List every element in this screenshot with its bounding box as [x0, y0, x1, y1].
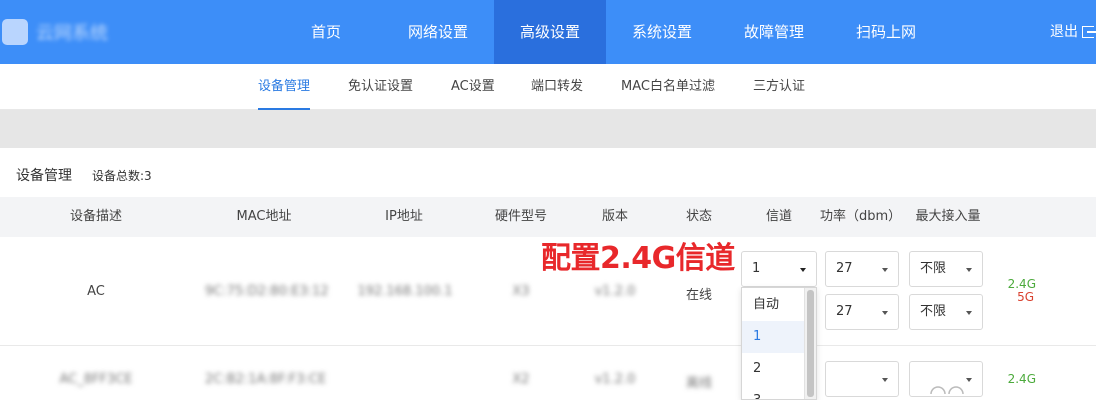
device-status: 在线: [685, 288, 712, 303]
main-nav: 首页 网络设置 高级设置 系统设置 故障管理 扫码上网: [270, 0, 942, 64]
channel-option-2[interactable]: 2: [742, 353, 804, 385]
col-power: 功率（dbm）: [820, 209, 902, 224]
device-mac: 2C:B2:1A:8F:F3:CE: [205, 372, 327, 387]
col-channel: 信道: [765, 209, 792, 224]
max-clients-5g-select[interactable]: 不限: [909, 294, 983, 330]
logout-button[interactable]: 退出: [1050, 0, 1096, 64]
max-clients-24g-value: 不限: [920, 261, 947, 276]
power-24g-select[interactable]: [825, 361, 899, 397]
tab-ac-settings[interactable]: AC设置: [451, 64, 495, 110]
col-status: 状态: [685, 209, 712, 224]
row-divider: [0, 345, 1096, 346]
scrollbar-thumb[interactable]: [807, 290, 814, 397]
col-ip: IP地址: [385, 209, 423, 224]
device-version: v1.2.0: [594, 284, 636, 299]
device-status: 离线: [685, 376, 712, 391]
power-5g-select[interactable]: 27: [825, 294, 899, 330]
tab-mac-whitelist[interactable]: MAC白名单过滤: [621, 64, 715, 110]
col-version: 版本: [601, 209, 628, 224]
channel-dropdown-menu: 自动 1 2 3: [741, 287, 817, 400]
device-desc: AC: [87, 284, 105, 299]
chevron-down-icon: [966, 268, 972, 272]
channel-option-3[interactable]: 3: [742, 385, 804, 399]
device-model: X2: [512, 372, 530, 387]
band-5g-label: 5G: [1017, 290, 1034, 304]
logout-icon: [1082, 26, 1096, 38]
chevron-down-icon: [882, 378, 888, 382]
tab-device-management[interactable]: 设备管理: [258, 64, 311, 110]
channel-24g-value: 1: [752, 261, 761, 276]
tab-port-forwarding[interactable]: 端口转发: [531, 64, 583, 110]
nav-home[interactable]: 首页: [270, 0, 382, 64]
nav-advanced-settings[interactable]: 高级设置: [494, 0, 606, 64]
chevron-down-icon: [882, 311, 888, 315]
channel-option-1[interactable]: 1: [742, 321, 804, 353]
chevron-down-icon: [882, 268, 888, 272]
loading-icon: [930, 386, 964, 395]
band-24g-label: 2.4G: [1007, 372, 1036, 386]
nav-network-settings[interactable]: 网络设置: [382, 0, 494, 64]
col-mac: MAC地址: [236, 209, 292, 224]
tab-auth-exempt-settings[interactable]: 免认证设置: [348, 64, 413, 110]
annotation-text: 配置2.4G信道: [541, 241, 735, 276]
max-clients-5g-value: 不限: [920, 304, 947, 319]
channel-option-auto[interactable]: 自动: [742, 289, 804, 321]
device-version: v1.2.0: [594, 372, 636, 387]
channel-24g-select[interactable]: 1: [741, 251, 817, 287]
chevron-down-icon: [800, 268, 806, 272]
logo-text: 云网系统: [36, 23, 108, 44]
sub-nav: 设备管理 免认证设置 AC设置 端口转发 MAC白名单过滤 三方认证: [0, 64, 1096, 110]
col-max-clients: 最大接入量: [915, 209, 981, 224]
nav-fault-management[interactable]: 故障管理: [718, 0, 830, 64]
device-desc: AC_8FF3CE: [59, 372, 133, 387]
device-model: X3: [512, 284, 530, 299]
power-24g-select[interactable]: 27: [825, 251, 899, 287]
max-clients-24g-select[interactable]: 不限: [909, 251, 983, 287]
device-ip: 192.168.100.1: [357, 284, 453, 299]
logo[interactable]: 云网系统: [0, 14, 150, 50]
table-header: 设备描述 MAC地址 IP地址 硬件型号 版本 状态 信道 功率（dbm） 最大…: [0, 197, 1096, 237]
tab-third-party-auth[interactable]: 三方认证: [753, 64, 805, 110]
top-navbar: 云网系统 首页 网络设置 高级设置 系统设置 故障管理 扫码上网 退出: [0, 0, 1096, 64]
nav-system-settings[interactable]: 系统设置: [606, 0, 718, 64]
logo-icon: [2, 19, 28, 45]
section-title: 设备管理: [16, 168, 72, 184]
dropdown-scrollbar[interactable]: [804, 288, 816, 399]
device-count: 设备总数:3: [92, 169, 152, 183]
col-device-desc: 设备描述: [69, 209, 122, 224]
col-hw-model: 硬件型号: [494, 209, 547, 224]
toolbar-strip: [0, 110, 1096, 148]
device-mac: 9C:75:D2:80:E3:12: [205, 284, 329, 299]
nav-scan-to-connect[interactable]: 扫码上网: [830, 0, 942, 64]
logout-label: 退出: [1050, 24, 1078, 40]
power-24g-value: 27: [836, 261, 853, 276]
chevron-down-icon: [966, 311, 972, 315]
power-5g-value: 27: [836, 304, 853, 319]
